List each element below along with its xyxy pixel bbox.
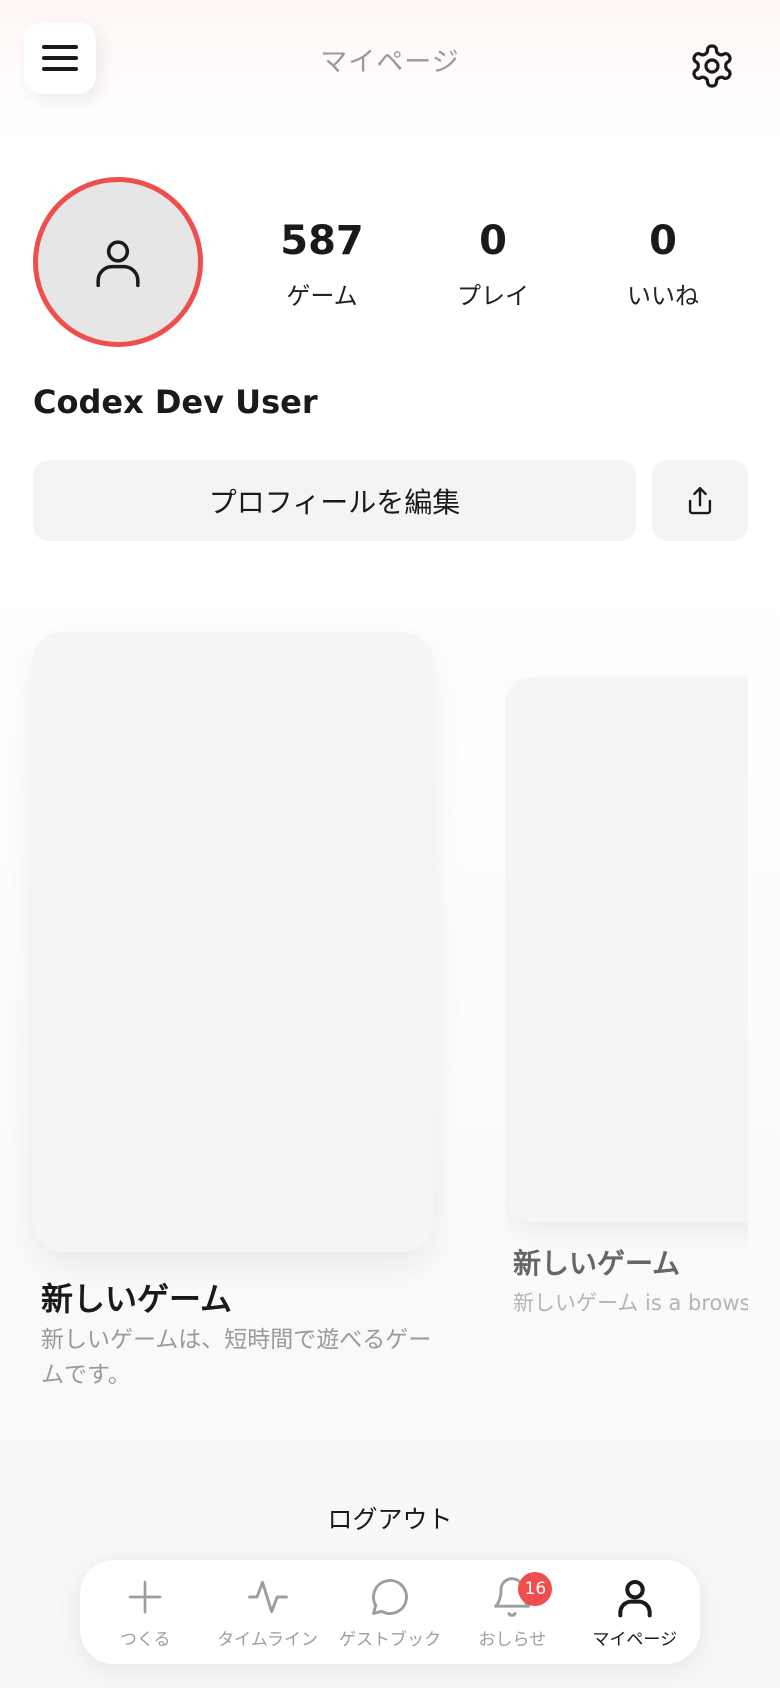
game-card-description: 新しいゲーム is a browse [513, 1291, 748, 1315]
game-card-title[interactable]: 新しいゲーム [41, 1274, 232, 1320]
stat-label: ゲーム [286, 282, 358, 310]
user-name: Codex Dev User [33, 383, 318, 421]
plus-icon [128, 1580, 162, 1613]
nav-label: つくる [119, 1629, 171, 1650]
nav-label: おしらせ [478, 1629, 547, 1650]
activity-icon [247, 1580, 288, 1613]
chat-bubble-icon [372, 1578, 408, 1615]
notification-badge: 16 [518, 1572, 553, 1606]
stat-value: 587 [280, 218, 364, 264]
logout-button[interactable]: ログアウト [0, 1500, 780, 1536]
nav-item-create[interactable]: つくる [85, 1566, 205, 1658]
nav-item-notifications[interactable]: 16 おしらせ [452, 1566, 572, 1658]
nav-label: ゲストブック [338, 1629, 441, 1650]
game-card-thumbnail[interactable] [505, 677, 748, 1222]
nav-label: タイムライン [217, 1629, 318, 1650]
bottom-nav: つくる タイムライン ゲストブック 16 おしらせ マイページ [80, 1560, 700, 1664]
user-icon [96, 240, 140, 288]
nav-item-mypage[interactable]: マイページ [575, 1566, 695, 1658]
user-icon [618, 1579, 652, 1617]
stat-games[interactable]: 587 ゲーム [237, 214, 407, 311]
game-card-title[interactable]: 新しいゲーム [513, 1242, 680, 1282]
nav-item-guestbook[interactable]: ゲストブック [330, 1566, 450, 1658]
my-page: マイページ 587 ゲーム 0 プレイ 0 いいね Codex Dev User… [0, 0, 780, 1688]
game-card-thumbnail[interactable] [33, 632, 433, 1252]
avatar[interactable] [33, 177, 203, 347]
nav-label: マイページ [592, 1629, 678, 1650]
nav-item-timeline[interactable]: タイムライン [208, 1566, 328, 1658]
game-card-description: 新しいゲームは、短時間で遊べるゲームです。 [41, 1327, 432, 1388]
game-card-peek: 新しいゲーム 新しいゲーム is a browse [505, 0, 748, 1688]
